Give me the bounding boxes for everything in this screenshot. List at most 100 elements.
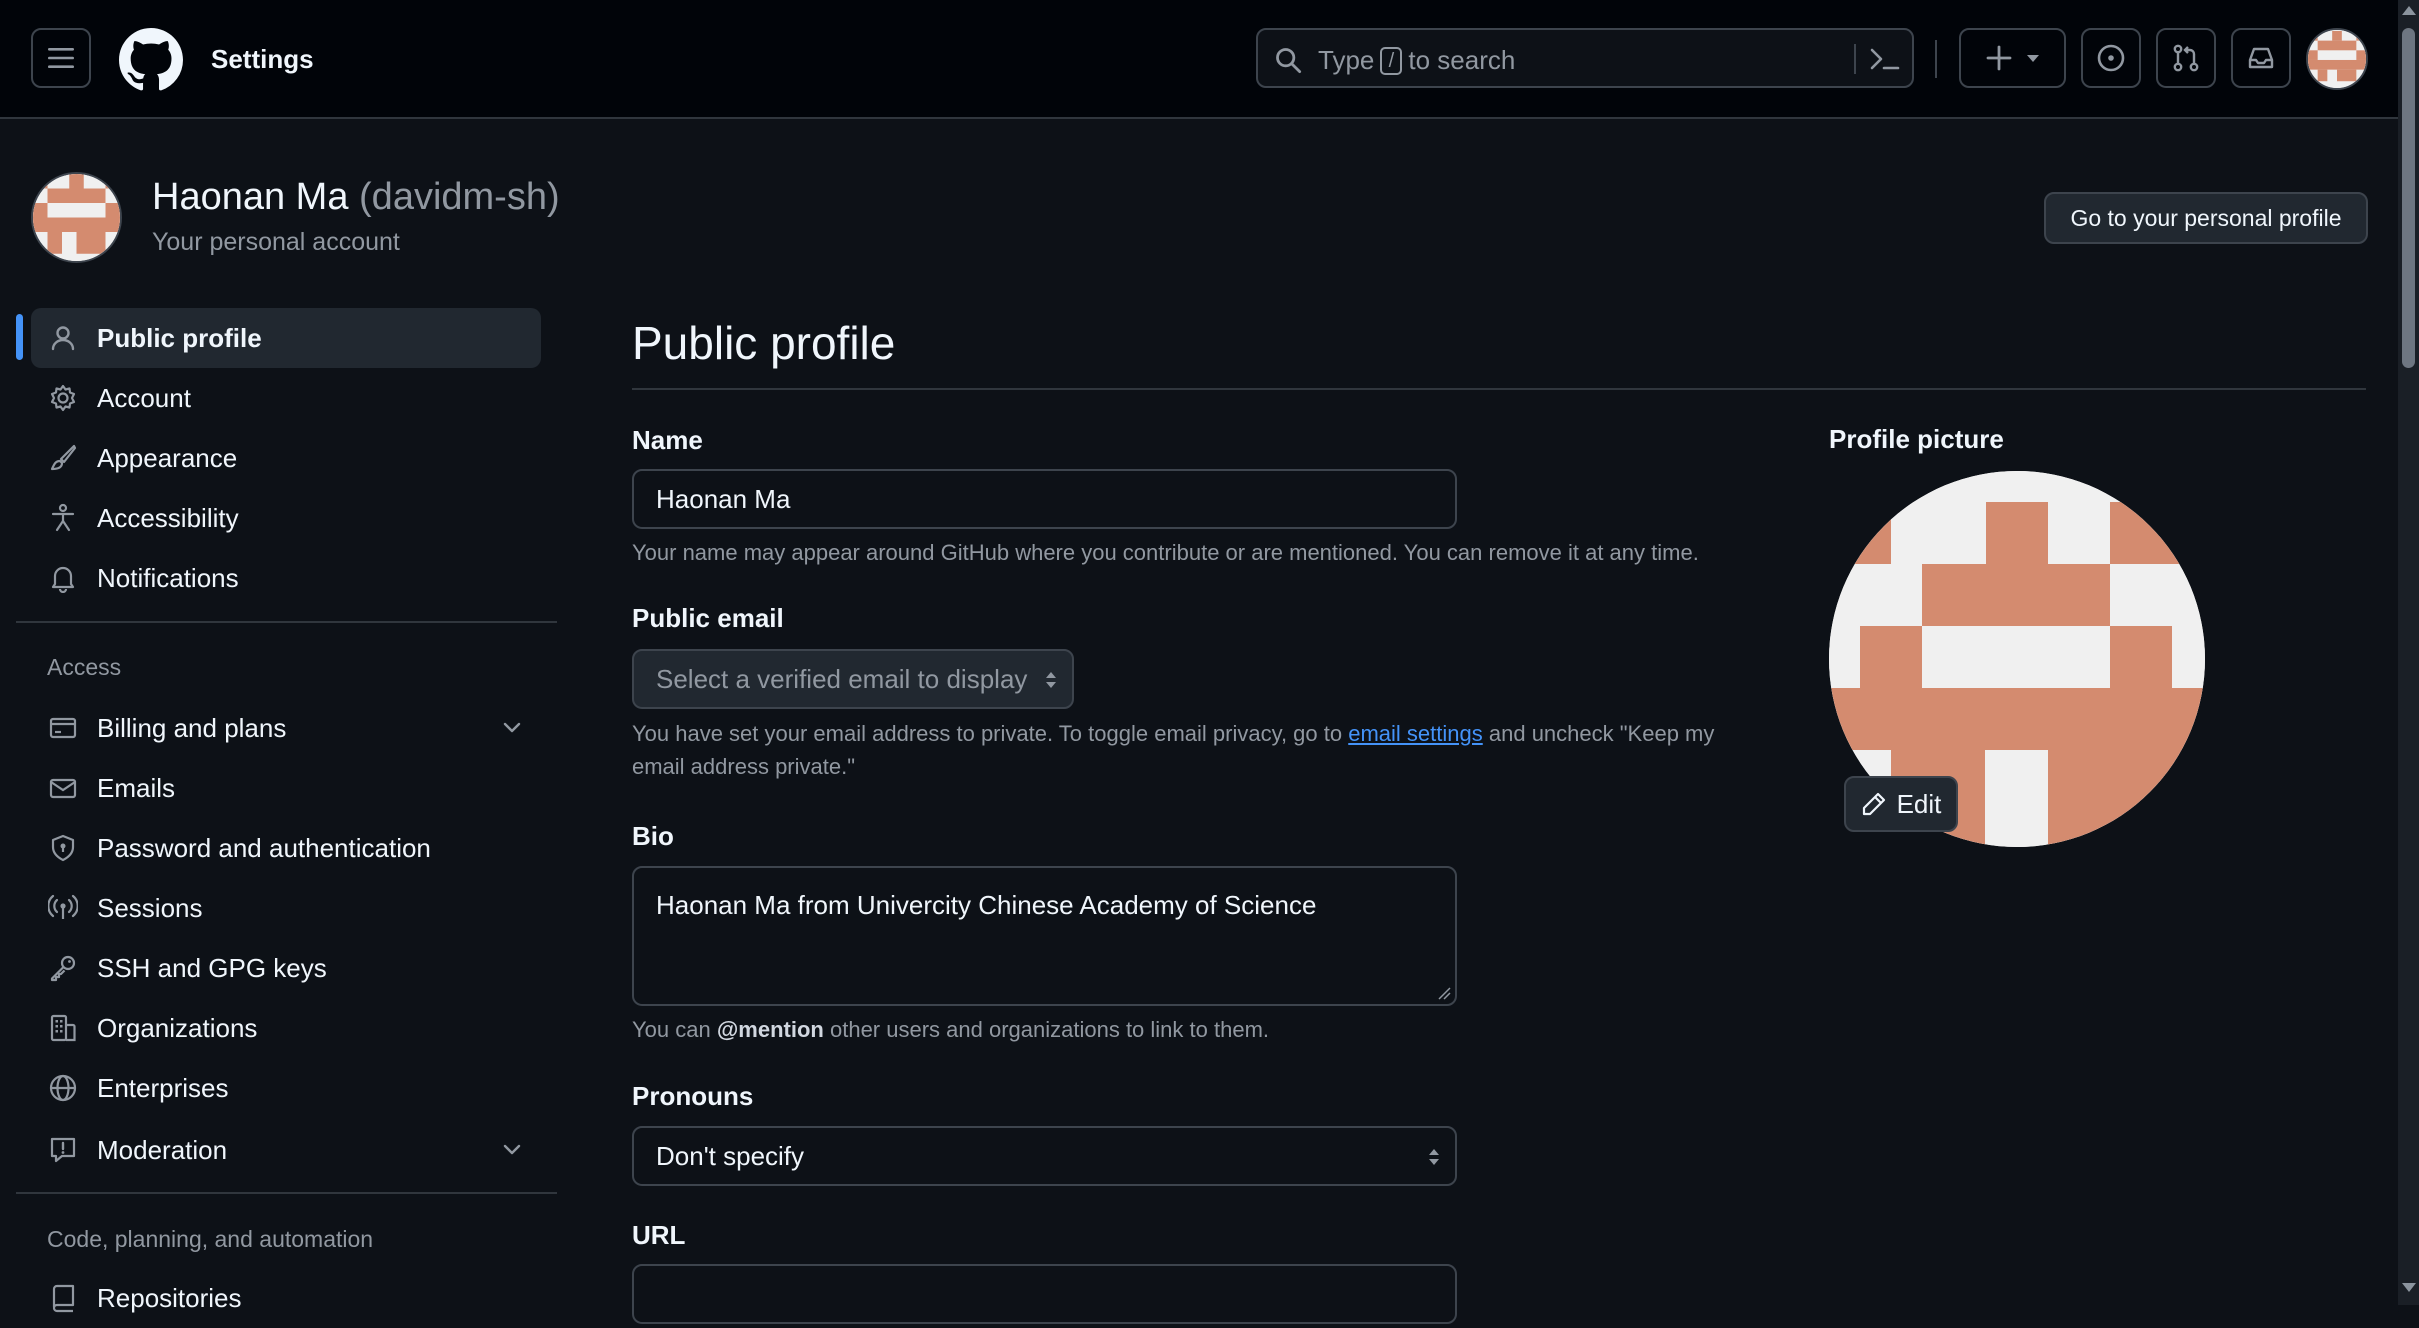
sidebar-item-public-profile[interactable]: Public profile — [31, 308, 541, 368]
inbox-icon — [2248, 47, 2274, 69]
search-icon — [1276, 48, 1302, 74]
page-scrollbar[interactable] — [2398, 0, 2419, 1305]
report-icon — [50, 1137, 76, 1163]
go-to-profile-button[interactable]: Go to your personal profile — [2044, 192, 2368, 244]
issues-button[interactable] — [2081, 28, 2141, 88]
identicon-icon — [2308, 30, 2366, 88]
account-avatar[interactable] — [31, 172, 122, 263]
sidebar-divider — [16, 1192, 557, 1194]
identicon-icon — [33, 174, 120, 261]
mail-icon — [49, 778, 77, 799]
active-indicator — [16, 314, 23, 360]
sidebar-item-emails[interactable]: Emails — [31, 758, 541, 818]
search-shortcut-key: / — [1380, 46, 1403, 75]
sidebar-heading-code: Code, planning, and automation — [47, 1226, 374, 1252]
sidebar-item-sessions[interactable]: Sessions — [31, 878, 541, 938]
page-title: Public profile — [632, 317, 896, 369]
sidebar-item-label: Notifications — [97, 562, 239, 593]
header-title[interactable]: Settings — [211, 44, 314, 75]
sidebar-item-billing[interactable]: Billing and plans — [31, 698, 541, 758]
menu-button[interactable] — [31, 28, 91, 88]
create-new-button[interactable] — [1959, 28, 2066, 88]
name-help-text: Your name may appear around GitHub where… — [632, 540, 1699, 565]
resize-handle-icon[interactable] — [1437, 986, 1451, 1000]
bio-label: Bio — [632, 821, 674, 851]
pull-requests-button[interactable] — [2156, 28, 2216, 88]
pencil-icon — [1862, 792, 1885, 816]
chevron-down-icon[interactable] — [501, 1138, 523, 1160]
broadcast-icon — [48, 894, 78, 919]
sidebar-item-organizations[interactable]: Organizations — [31, 998, 541, 1058]
sidebar-item-label: Enterprises — [97, 1072, 229, 1103]
sidebar-item-account[interactable]: Account — [31, 368, 541, 428]
name-label: Name — [632, 425, 703, 455]
accessibility-icon — [51, 503, 75, 532]
public-email-select[interactable]: Select a verified email to display — [632, 649, 1074, 709]
user-avatar[interactable] — [2306, 28, 2368, 90]
pull-request-icon — [2173, 44, 2199, 72]
public-email-label: Public email — [632, 603, 784, 633]
pronouns-label: Pronouns — [632, 1081, 754, 1111]
scroll-down-arrow-icon[interactable] — [2402, 1283, 2416, 1292]
email-help-text: You have set your email address to priva… — [632, 721, 1715, 779]
bio-help-text: You can @mention other users and organiz… — [632, 1017, 1270, 1042]
top-header: Settings Type / to search — [0, 0, 2398, 119]
search-input[interactable]: Type / to search — [1256, 28, 1914, 88]
sidebar-item-label: Repositories — [97, 1282, 242, 1313]
organization-icon — [50, 1014, 76, 1042]
sidebar-item-label: SSH and GPG keys — [97, 952, 327, 983]
scroll-up-arrow-icon[interactable] — [2402, 6, 2416, 15]
inbox-button[interactable] — [2231, 28, 2291, 88]
credit-card-icon — [49, 717, 77, 739]
sidebar-item-label: Billing and plans — [97, 712, 287, 743]
gear-icon — [50, 384, 76, 412]
sidebar-item-label: Sessions — [97, 892, 203, 923]
globe-icon — [49, 1074, 77, 1102]
url-label: URL — [632, 1220, 686, 1250]
account-subtitle: Your personal account — [152, 228, 400, 256]
search-placeholder: Type / to search — [1318, 45, 1516, 75]
header-separator — [1935, 40, 1937, 78]
sidebar-item-label: Accessibility — [97, 502, 239, 533]
sidebar-item-appearance[interactable]: Appearance — [31, 428, 541, 488]
sidebar-item-accessibility[interactable]: Accessibility — [31, 488, 541, 548]
select-arrows-icon — [1046, 672, 1056, 688]
sidebar-item-label: Public profile — [97, 322, 262, 353]
sidebar-item-repositories[interactable]: Repositories — [31, 1268, 541, 1328]
person-icon — [51, 326, 75, 351]
chevron-down-icon[interactable] — [501, 716, 523, 738]
pronouns-value: Don't specify — [656, 1140, 805, 1171]
bio-text: Haonan Ma from Univercity Chinese Academ… — [656, 890, 1317, 920]
sidebar-item-ssh-gpg[interactable]: SSH and GPG keys — [31, 938, 541, 998]
plus-icon — [1986, 45, 2011, 71]
scrollbar-thumb[interactable] — [2402, 28, 2415, 368]
bio-textarea[interactable]: Haonan Ma from Univercity Chinese Academ… — [632, 866, 1457, 1006]
sidebar-item-moderation[interactable]: Moderation — [31, 1120, 541, 1180]
sidebar-item-notifications[interactable]: Notifications — [31, 548, 541, 608]
paintbrush-icon — [50, 444, 77, 471]
sidebar-divider — [16, 621, 557, 623]
account-login: (davidm-sh) — [359, 176, 560, 218]
sidebar-heading-access: Access — [47, 654, 122, 680]
sidebar-item-label: Moderation — [97, 1134, 228, 1165]
github-logo-icon[interactable] — [119, 28, 183, 92]
sidebar-item-label: Organizations — [97, 1012, 258, 1043]
caret-down-icon — [2026, 55, 2039, 62]
email-settings-link[interactable]: email settings — [1348, 721, 1483, 746]
sidebar-item-label: Account — [97, 382, 191, 413]
repo-icon — [52, 1284, 75, 1313]
url-field[interactable] — [632, 1264, 1457, 1324]
command-palette-icon[interactable] — [1868, 44, 1902, 74]
issue-icon — [2097, 44, 2125, 72]
sidebar-item-label: Appearance — [97, 442, 238, 473]
public-email-placeholder: Select a verified email to display — [656, 663, 1028, 694]
edit-avatar-button[interactable]: Edit — [1844, 776, 1958, 832]
sidebar-item-enterprises[interactable]: Enterprises — [31, 1058, 541, 1118]
key-icon — [50, 955, 76, 982]
shield-lock-icon — [51, 834, 75, 862]
pronouns-select[interactable]: Don't specify — [632, 1126, 1457, 1186]
name-field[interactable]: Haonan Ma — [632, 469, 1457, 529]
sidebar-item-password[interactable]: Password and authentication — [31, 818, 541, 878]
sidebar-item-label: Password and authentication — [97, 832, 431, 863]
search-divider — [1854, 44, 1856, 74]
